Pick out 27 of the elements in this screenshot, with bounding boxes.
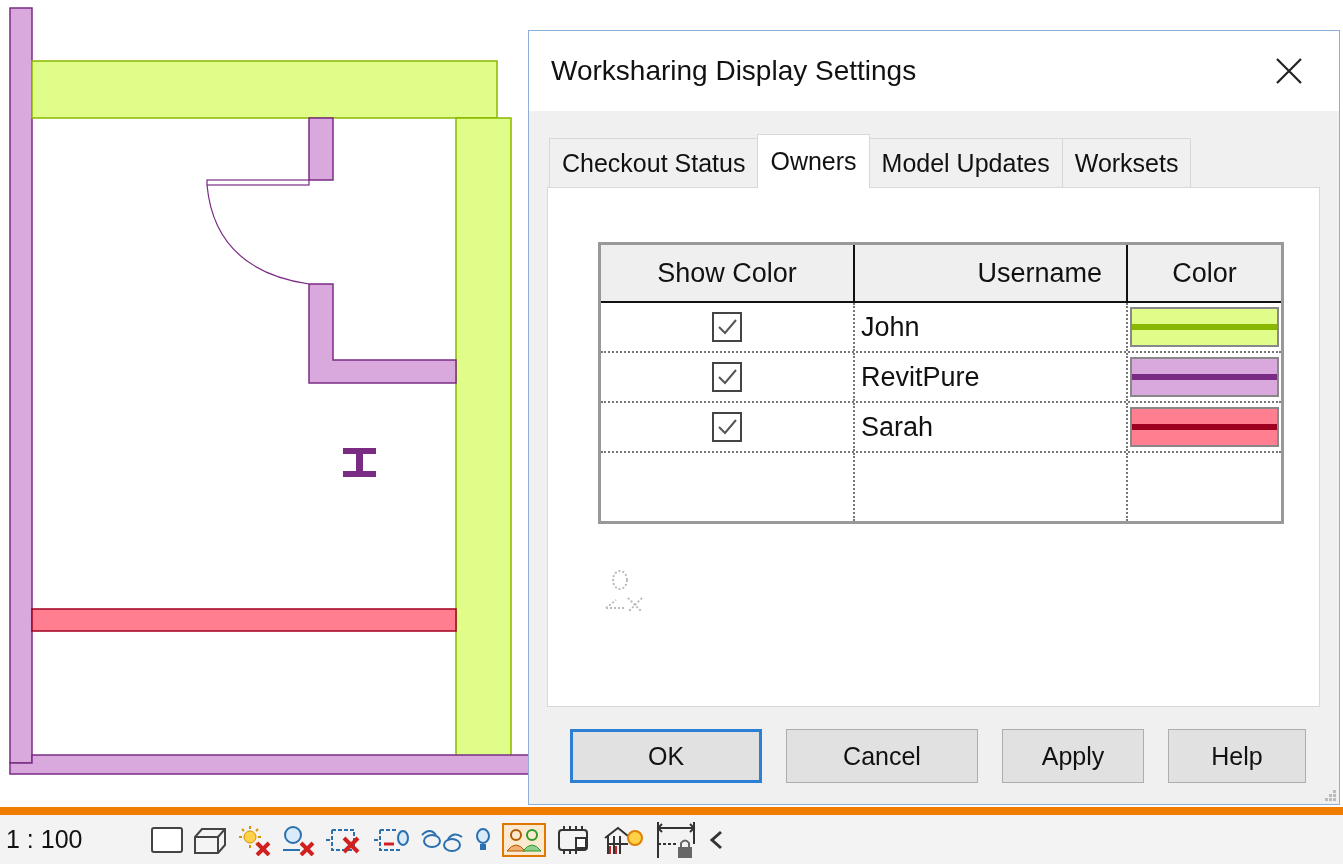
username-cell: RevitPure bbox=[861, 361, 980, 393]
frame-icon[interactable] bbox=[150, 824, 184, 855]
color-swatch[interactable] bbox=[1130, 357, 1279, 397]
username-cell: Sarah bbox=[861, 411, 934, 443]
tab[interactable]: Checkout Status bbox=[549, 138, 759, 187]
sun-off-icon[interactable] bbox=[236, 823, 272, 856]
column-header: Show Color bbox=[601, 245, 855, 301]
checkbox[interactable] bbox=[712, 412, 742, 442]
shadow-off-icon[interactable] bbox=[280, 823, 316, 856]
dialog-button[interactable]: Cancel bbox=[786, 729, 978, 783]
view-scale[interactable]: 1 : 100 bbox=[6, 825, 150, 854]
column-header: Color bbox=[1171, 256, 1238, 290]
window-title: Worksharing Display Settings bbox=[551, 55, 917, 87]
close-icon[interactable] bbox=[1275, 57, 1303, 85]
tab[interactable]: Owners bbox=[757, 134, 870, 188]
checkbox[interactable] bbox=[712, 362, 742, 392]
dialog-button[interactable]: Apply bbox=[1002, 729, 1144, 783]
tab[interactable]: Worksets bbox=[1061, 138, 1192, 187]
users-icon[interactable] bbox=[502, 822, 546, 857]
color-swatch[interactable] bbox=[1130, 307, 1279, 347]
dialog-button[interactable]: OK bbox=[570, 729, 762, 783]
checkbox[interactable] bbox=[712, 312, 742, 342]
username-cell: John bbox=[861, 311, 920, 343]
color-swatch[interactable] bbox=[1130, 407, 1279, 447]
dialog-button[interactable]: Help bbox=[1168, 729, 1306, 783]
locked-dimension-icon[interactable] bbox=[654, 819, 698, 860]
column-header: Username bbox=[855, 245, 1128, 301]
